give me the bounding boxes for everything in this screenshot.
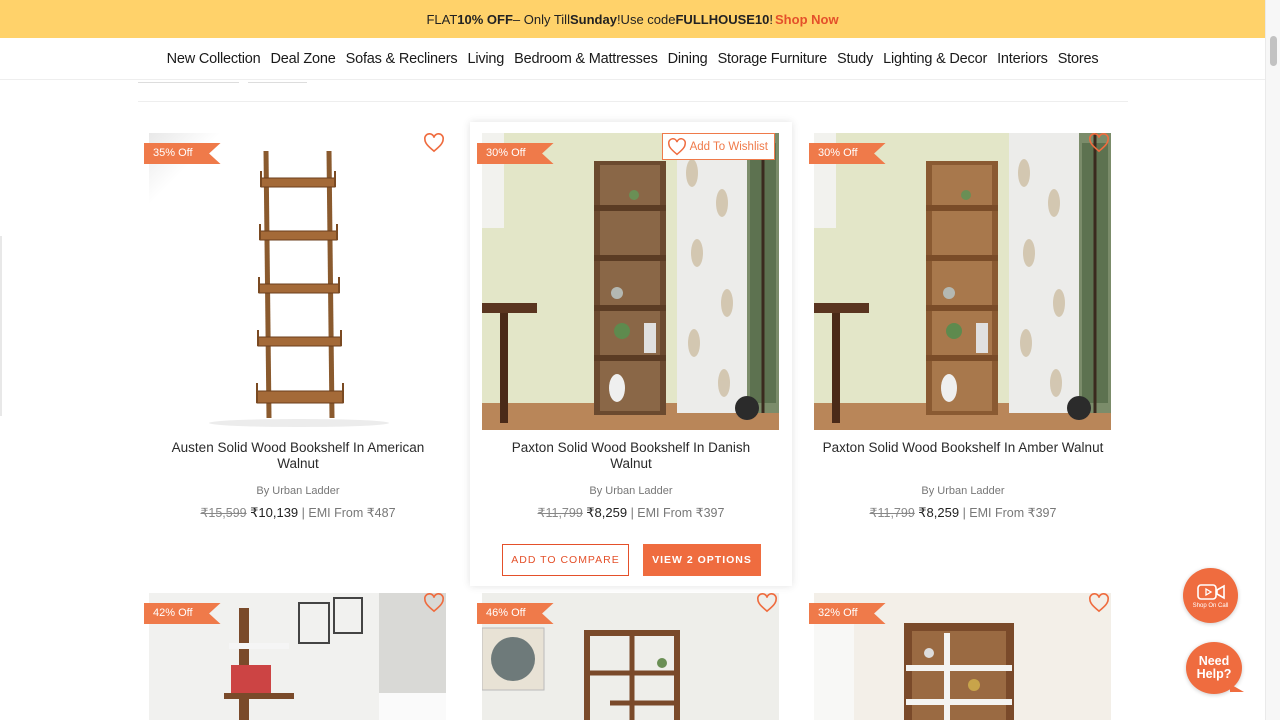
product-title[interactable]: Austen Solid Wood Bookshelf In American … xyxy=(157,440,439,472)
shop-on-call-label: Shop On Call xyxy=(1192,602,1229,609)
mrp-price: ₹11,799 xyxy=(537,506,583,520)
emi-text: | EMI From ₹397 xyxy=(962,506,1057,520)
add-to-compare-button[interactable]: ADD TO COMPARE xyxy=(502,544,629,576)
discount-badge: 30% Off xyxy=(809,143,886,164)
heart-icon[interactable] xyxy=(1088,593,1110,613)
mrp-price: ₹11,799 xyxy=(869,506,915,520)
promo-bang: ! xyxy=(769,11,774,27)
nav-stores[interactable]: Stores xyxy=(1053,51,1104,67)
promo-middle: – Only Till xyxy=(512,11,570,27)
nav-deal-zone[interactable]: Deal Zone xyxy=(266,51,341,67)
product-image[interactable] xyxy=(482,133,779,430)
heart-icon[interactable] xyxy=(756,593,778,613)
promo-code: FULLHOUSE10 xyxy=(675,11,770,27)
promo-discount: 10% OFF xyxy=(457,11,513,27)
product-image[interactable] xyxy=(149,133,446,430)
filter-stub[interactable] xyxy=(248,80,307,83)
sale-price: ₹8,259 xyxy=(586,505,628,520)
product-image[interactable] xyxy=(814,133,1111,430)
heart-icon xyxy=(667,137,686,155)
view-options-button[interactable]: VIEW 2 OPTIONS xyxy=(643,544,761,576)
card-actions: ADD TO COMPARE VIEW 2 OPTIONS xyxy=(502,544,761,576)
heart-icon[interactable] xyxy=(423,133,445,153)
brand-label: By Urban Ladder xyxy=(589,485,673,497)
product-card[interactable]: 32% Off xyxy=(802,582,1124,720)
discount-badge: 46% Off xyxy=(477,603,554,624)
price-line: ₹11,799 ₹8,259 | EMI From ₹397 xyxy=(470,505,792,521)
wishlist-label: Add To Wishlist xyxy=(689,140,768,153)
sale-price: ₹10,139 xyxy=(250,505,299,520)
promo-day: Sunday xyxy=(569,11,617,27)
bookshelf-room-image xyxy=(814,133,1111,430)
need-help-label: Need Help? xyxy=(1197,655,1232,681)
product-card[interactable]: 30% Off Add To Wishlist Paxton Solid Woo… xyxy=(470,122,792,586)
bookshelf-room-image xyxy=(482,133,779,430)
mrp-price: ₹15,599 xyxy=(200,506,247,520)
shop-on-call-button[interactable]: Shop On Call xyxy=(1183,568,1238,623)
discount-badge: 30% Off xyxy=(477,143,554,164)
nav-sofas-recliners[interactable]: Sofas & Recliners xyxy=(341,51,463,67)
side-edge xyxy=(0,236,2,416)
divider xyxy=(138,101,1128,102)
shop-now-link[interactable]: Shop Now xyxy=(775,12,839,27)
scrollbar[interactable] xyxy=(1265,0,1280,720)
product-card[interactable]: 46% Off xyxy=(470,582,792,720)
price-line: ₹11,799 ₹8,259 | EMI From ₹397 xyxy=(802,505,1124,521)
brand-label: By Urban Ladder xyxy=(921,485,1005,497)
scrollbar-thumb[interactable] xyxy=(1270,36,1277,66)
nav-dining[interactable]: Dining xyxy=(663,51,713,67)
video-call-icon xyxy=(1196,583,1225,600)
heart-icon[interactable] xyxy=(1088,133,1110,153)
product-card[interactable]: 30% Off Paxton Solid Wood Bookshelf In A… xyxy=(802,122,1124,582)
main-nav: New Collection Deal Zone Sofas & Recline… xyxy=(0,38,1265,80)
nav-new-collection[interactable]: New Collection xyxy=(162,51,266,67)
add-to-wishlist-button[interactable]: Add To Wishlist xyxy=(661,133,775,160)
nav-bedroom-mattresses[interactable]: Bedroom & Mattresses xyxy=(509,51,662,67)
need-help-line2: Help? xyxy=(1196,667,1232,681)
ladder-bookshelf-image xyxy=(149,133,446,430)
nav-lighting-decor[interactable]: Lighting & Decor xyxy=(878,51,992,67)
brand-label: By Urban Ladder xyxy=(256,485,340,497)
heart-icon[interactable] xyxy=(423,593,445,613)
promo-prefix: FLAT xyxy=(426,11,458,27)
nav-interiors[interactable]: Interiors xyxy=(992,51,1053,67)
nav-study[interactable]: Study xyxy=(832,51,878,67)
filter-stub[interactable] xyxy=(138,80,239,83)
nav-living[interactable]: Living xyxy=(462,51,509,67)
product-title[interactable]: Paxton Solid Wood Bookshelf In Danish Wa… xyxy=(490,440,772,472)
need-help-button[interactable]: Need Help? xyxy=(1186,642,1244,694)
emi-text: | EMI From ₹487 xyxy=(301,506,396,520)
product-card[interactable]: 35% Off Austen Solid Wood Bookshelf In A… xyxy=(137,122,459,582)
price-line: ₹15,599 ₹10,139 | EMI From ₹487 xyxy=(137,505,459,521)
promo-banner: FLAT 10% OFF – Only Till Sunday !Use code… xyxy=(0,0,1265,38)
product-title[interactable]: Paxton Solid Wood Bookshelf In Amber Wal… xyxy=(822,440,1104,456)
nav-storage-furniture[interactable]: Storage Furniture xyxy=(713,51,832,67)
sale-price: ₹8,259 xyxy=(918,505,960,520)
emi-text: | EMI From ₹397 xyxy=(630,506,725,520)
need-help-line1: Need xyxy=(1198,654,1230,668)
product-card[interactable]: 42% Off xyxy=(137,582,459,720)
discount-badge: 32% Off xyxy=(809,603,886,624)
promo-middle2: !Use code xyxy=(616,11,676,27)
